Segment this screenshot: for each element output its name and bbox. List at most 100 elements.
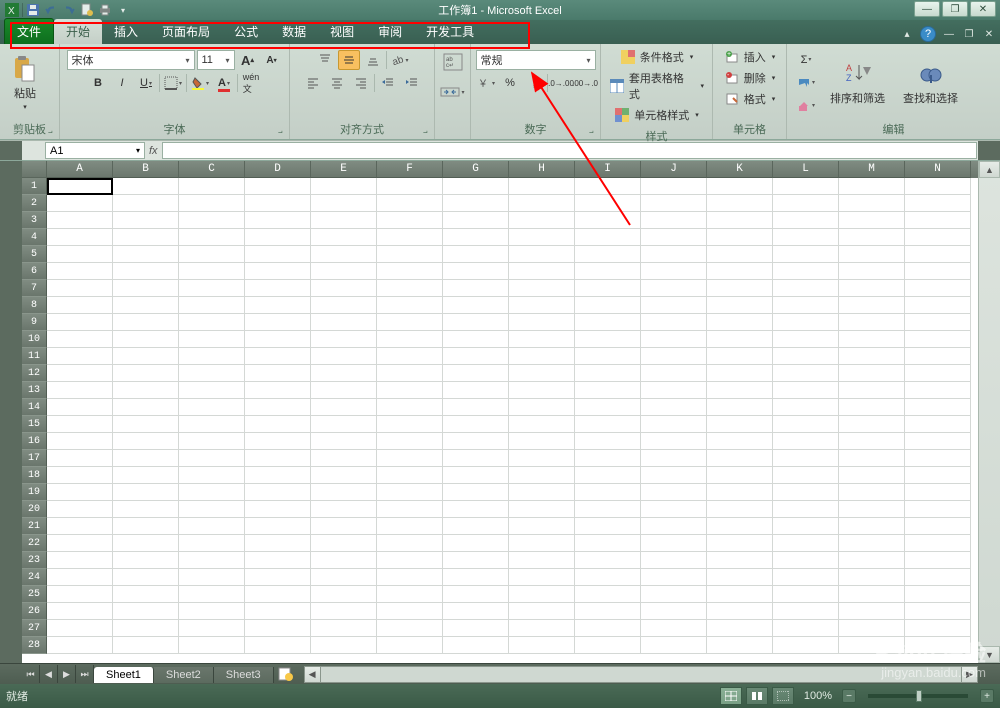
cell[interactable]	[47, 246, 113, 263]
cell[interactable]	[575, 348, 641, 365]
cell[interactable]	[113, 229, 179, 246]
cell[interactable]	[509, 433, 575, 450]
cell[interactable]	[113, 603, 179, 620]
cell[interactable]	[839, 603, 905, 620]
cell[interactable]	[245, 569, 311, 586]
cell[interactable]	[773, 297, 839, 314]
cell[interactable]	[377, 433, 443, 450]
cell[interactable]	[443, 365, 509, 382]
cell[interactable]	[47, 331, 113, 348]
cell[interactable]	[905, 603, 971, 620]
cell[interactable]	[707, 246, 773, 263]
cell[interactable]	[575, 331, 641, 348]
tab-formulas[interactable]: 公式	[222, 19, 270, 44]
cell[interactable]	[575, 382, 641, 399]
insert-cells-button[interactable]: +插入▾	[722, 48, 778, 66]
cell[interactable]	[377, 263, 443, 280]
sheet-nav-first[interactable]: ⏮	[22, 665, 40, 683]
cell[interactable]	[311, 518, 377, 535]
cell[interactable]	[443, 416, 509, 433]
cell[interactable]	[443, 229, 509, 246]
cell[interactable]	[707, 450, 773, 467]
cell[interactable]	[179, 450, 245, 467]
view-page-break-button[interactable]	[772, 687, 794, 705]
cell[interactable]	[509, 569, 575, 586]
cell[interactable]	[245, 314, 311, 331]
cell[interactable]	[707, 484, 773, 501]
cell[interactable]	[641, 331, 707, 348]
format-cells-button[interactable]: 格式▾	[722, 90, 778, 108]
cell[interactable]	[509, 603, 575, 620]
cell[interactable]	[839, 501, 905, 518]
cell[interactable]	[113, 314, 179, 331]
cell[interactable]	[575, 280, 641, 297]
cell[interactable]	[641, 263, 707, 280]
cell[interactable]	[839, 263, 905, 280]
cell[interactable]	[905, 348, 971, 365]
cell[interactable]	[839, 212, 905, 229]
cell[interactable]	[179, 246, 245, 263]
cell[interactable]	[509, 467, 575, 484]
sheet-nav-next[interactable]: ▶	[58, 665, 76, 683]
cell[interactable]	[377, 365, 443, 382]
cell[interactable]	[443, 467, 509, 484]
cell[interactable]	[641, 195, 707, 212]
cell[interactable]	[113, 399, 179, 416]
row-header[interactable]: 16	[22, 433, 47, 450]
cell[interactable]	[245, 552, 311, 569]
cell[interactable]	[311, 178, 377, 195]
cell[interactable]	[443, 178, 509, 195]
accounting-format-button[interactable]: ￥	[475, 73, 497, 93]
close-button[interactable]: ✕	[970, 1, 996, 17]
cell[interactable]	[179, 484, 245, 501]
scroll-up-button[interactable]: ▲	[979, 161, 1000, 178]
format-as-table-button[interactable]: 套用表格格式▾	[607, 69, 706, 103]
font-size-combo[interactable]: 11▾	[197, 50, 235, 70]
doc-minimize-button[interactable]: —	[942, 28, 956, 40]
cell[interactable]	[905, 195, 971, 212]
cell[interactable]	[707, 433, 773, 450]
cell[interactable]	[839, 467, 905, 484]
cell[interactable]	[311, 229, 377, 246]
cell[interactable]	[245, 195, 311, 212]
row-header[interactable]: 2	[22, 195, 47, 212]
cell[interactable]	[311, 535, 377, 552]
cell[interactable]	[773, 229, 839, 246]
cell[interactable]	[179, 518, 245, 535]
autosum-button[interactable]: Σ	[793, 50, 819, 70]
cell[interactable]	[179, 603, 245, 620]
cell[interactable]	[509, 484, 575, 501]
cell[interactable]	[905, 569, 971, 586]
cell[interactable]	[707, 178, 773, 195]
cell[interactable]	[641, 501, 707, 518]
cell[interactable]	[773, 433, 839, 450]
cell[interactable]	[377, 229, 443, 246]
cell[interactable]	[311, 416, 377, 433]
cell[interactable]	[443, 637, 509, 654]
cell[interactable]	[47, 450, 113, 467]
cell[interactable]	[179, 569, 245, 586]
cell[interactable]	[179, 433, 245, 450]
cell[interactable]	[179, 297, 245, 314]
cell[interactable]	[707, 280, 773, 297]
cell[interactable]	[773, 518, 839, 535]
cell[interactable]	[443, 518, 509, 535]
cell[interactable]	[773, 467, 839, 484]
sort-filter-button[interactable]: AZ 排序和筛选	[823, 57, 892, 109]
cell[interactable]	[113, 416, 179, 433]
number-format-combo[interactable]: 常规▾	[476, 50, 596, 70]
horizontal-scrollbar[interactable]: ◀ ▶	[304, 666, 978, 683]
minimize-ribbon-icon[interactable]: ▴	[900, 28, 914, 40]
cell[interactable]	[311, 348, 377, 365]
cell[interactable]	[641, 280, 707, 297]
cell[interactable]	[113, 501, 179, 518]
cell[interactable]	[377, 416, 443, 433]
cell[interactable]	[509, 552, 575, 569]
row-header[interactable]: 13	[22, 382, 47, 399]
cell[interactable]	[47, 416, 113, 433]
cell[interactable]	[113, 246, 179, 263]
cell[interactable]	[377, 297, 443, 314]
cell[interactable]	[113, 450, 179, 467]
cell[interactable]	[245, 603, 311, 620]
cell[interactable]	[245, 331, 311, 348]
